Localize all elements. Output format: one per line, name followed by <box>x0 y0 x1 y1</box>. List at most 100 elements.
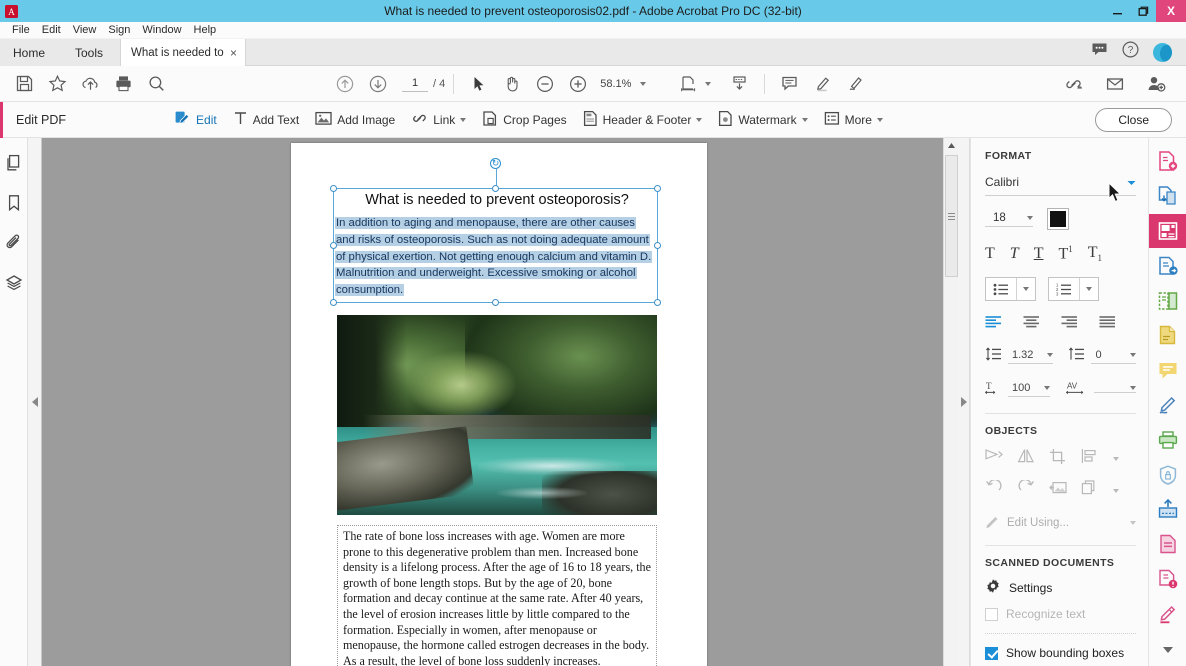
scrollbar-thumb[interactable] <box>945 155 958 277</box>
character-spacing-select[interactable] <box>1093 386 1137 394</box>
superscript-button[interactable]: T1 <box>1058 244 1072 263</box>
export-pdf-icon[interactable] <box>1149 179 1186 214</box>
close-edit-pdf-button[interactable]: Close <box>1095 107 1172 132</box>
upload-cloud-icon[interactable] <box>74 66 107 102</box>
italic-button[interactable]: T <box>1010 245 1019 263</box>
account-avatar[interactable] <box>1153 42 1172 62</box>
show-bounding-boxes-row[interactable]: Show bounding boxes <box>985 646 1136 660</box>
chevron-down-icon[interactable] <box>705 81 712 86</box>
resize-handle-middle-left[interactable] <box>330 242 337 249</box>
rotate-clockwise-icon[interactable] <box>1017 479 1035 501</box>
align-right-icon[interactable] <box>1061 315 1078 333</box>
add-text-button[interactable]: Add Text <box>225 102 307 138</box>
chevron-down-icon[interactable] <box>1113 488 1119 493</box>
crop-pages-button[interactable]: Crop Pages <box>474 102 574 138</box>
protect-icon[interactable] <box>1149 457 1186 492</box>
page-thumbnails-icon[interactable] <box>3 152 25 174</box>
zoom-level-label[interactable]: 58.1% <box>600 78 631 90</box>
hand-tool-icon[interactable] <box>495 66 528 102</box>
replace-image-icon[interactable] <box>1049 480 1067 501</box>
redact-icon[interactable] <box>1149 596 1186 631</box>
certificate-icon[interactable] <box>1149 562 1186 597</box>
flip-horizontal-icon[interactable] <box>1017 448 1035 469</box>
print-production-icon[interactable] <box>1149 422 1186 457</box>
create-pdf-icon[interactable] <box>1149 144 1186 179</box>
add-comment-icon[interactable] <box>773 66 806 102</box>
bookmarks-icon[interactable] <box>3 192 25 214</box>
rotate-handle-icon[interactable]: ↻ <box>490 158 501 169</box>
organize-pages-icon[interactable] <box>1149 248 1186 283</box>
scroll-mode-icon[interactable] <box>723 66 756 102</box>
resize-handle-top-left[interactable] <box>330 185 337 192</box>
draw-freehand-icon[interactable] <box>839 66 872 102</box>
share-link-icon[interactable] <box>1057 66 1090 102</box>
chevron-down-icon[interactable] <box>1016 278 1035 301</box>
edit-pdf-icon[interactable] <box>1148 213 1186 249</box>
menu-item-sign[interactable]: Sign <box>102 22 136 39</box>
menu-item-view[interactable]: View <box>67 22 103 39</box>
print-icon[interactable] <box>107 66 140 102</box>
flip-vertical-icon[interactable] <box>985 448 1003 469</box>
tab-home[interactable]: Home <box>0 39 58 66</box>
comment-icon[interactable] <box>1091 42 1108 62</box>
font-color-swatch[interactable] <box>1047 208 1069 230</box>
email-icon[interactable] <box>1098 66 1131 102</box>
scanned-settings-button[interactable]: Settings <box>985 578 1136 597</box>
align-left-icon[interactable] <box>985 315 1002 333</box>
pdf-page[interactable]: ↻ What is needed to prevent osteoporosis… <box>291 143 707 666</box>
fit-page-icon[interactable] <box>672 66 705 102</box>
crop-image-icon[interactable] <box>1049 448 1067 469</box>
send-for-signature-icon[interactable] <box>1149 492 1186 527</box>
tab-document[interactable]: What is needed to ... × <box>120 39 246 66</box>
compress-pdf-icon[interactable] <box>1149 527 1186 562</box>
horizontal-scale-select[interactable]: 100 <box>1008 382 1051 398</box>
forest-river-photo[interactable] <box>337 315 657 515</box>
chevron-down-icon[interactable] <box>640 81 647 86</box>
tab-tools[interactable]: Tools <box>58 39 120 66</box>
underline-button[interactable]: T <box>1034 245 1044 263</box>
align-center-icon[interactable] <box>1023 315 1040 333</box>
add-image-button[interactable]: Add Image <box>307 102 403 138</box>
align-justify-icon[interactable] <box>1099 315 1116 333</box>
body-paragraph[interactable]: The rate of bone loss increases with age… <box>337 525 657 666</box>
highlight-text-icon[interactable] <box>806 66 839 102</box>
arrange-objects-icon[interactable] <box>1081 480 1099 501</box>
zoom-in-icon[interactable] <box>561 66 594 102</box>
align-objects-icon[interactable] <box>1081 448 1099 469</box>
resize-handle-middle-right[interactable] <box>654 242 661 249</box>
chevron-down-icon[interactable] <box>1113 456 1119 461</box>
search-icon[interactable] <box>140 66 173 102</box>
page-number-input[interactable]: 1 <box>402 75 428 92</box>
menu-item-help[interactable]: Help <box>188 22 223 39</box>
paragraph-spacing-select[interactable]: 0 <box>1091 349 1136 365</box>
resize-handle-bottom-right[interactable] <box>654 299 661 306</box>
help-icon[interactable]: ? <box>1122 41 1139 63</box>
edit-button[interactable]: Edit <box>166 102 225 138</box>
next-page-icon[interactable] <box>361 66 394 102</box>
header-footer-button[interactable]: Header & Footer <box>575 102 711 138</box>
resize-handle-bottom-center[interactable] <box>492 299 499 306</box>
more-button[interactable]: More <box>816 102 891 138</box>
show-bounding-boxes-checkbox[interactable] <box>985 646 998 660</box>
zoom-out-icon[interactable] <box>528 66 561 102</box>
close-window-button[interactable]: X <box>1156 0 1186 22</box>
comment-tool-icon[interactable] <box>1149 353 1186 388</box>
watermark-button[interactable]: Watermark <box>710 102 815 138</box>
chevron-down-icon[interactable] <box>1079 278 1098 301</box>
resize-handle-top-right[interactable] <box>654 185 661 192</box>
minimize-button[interactable] <box>1104 0 1130 22</box>
right-panel-expand-handle[interactable] <box>958 138 970 666</box>
resize-handle-bottom-left[interactable] <box>330 299 337 306</box>
resize-handle-top-center[interactable] <box>492 185 499 192</box>
menu-item-window[interactable]: Window <box>136 22 187 39</box>
bold-button[interactable]: T <box>985 245 995 263</box>
left-panel-collapse-handle[interactable] <box>28 138 42 666</box>
menu-item-file[interactable]: File <box>6 22 36 39</box>
close-icon[interactable]: × <box>224 46 237 60</box>
menu-item-edit[interactable]: Edit <box>36 22 67 39</box>
previous-page-icon[interactable] <box>328 66 361 102</box>
scroll-up-arrow-icon[interactable] <box>944 138 959 153</box>
chevron-down-icon[interactable] <box>1149 631 1186 666</box>
save-icon[interactable] <box>8 66 41 102</box>
add-person-icon[interactable] <box>1139 66 1172 102</box>
